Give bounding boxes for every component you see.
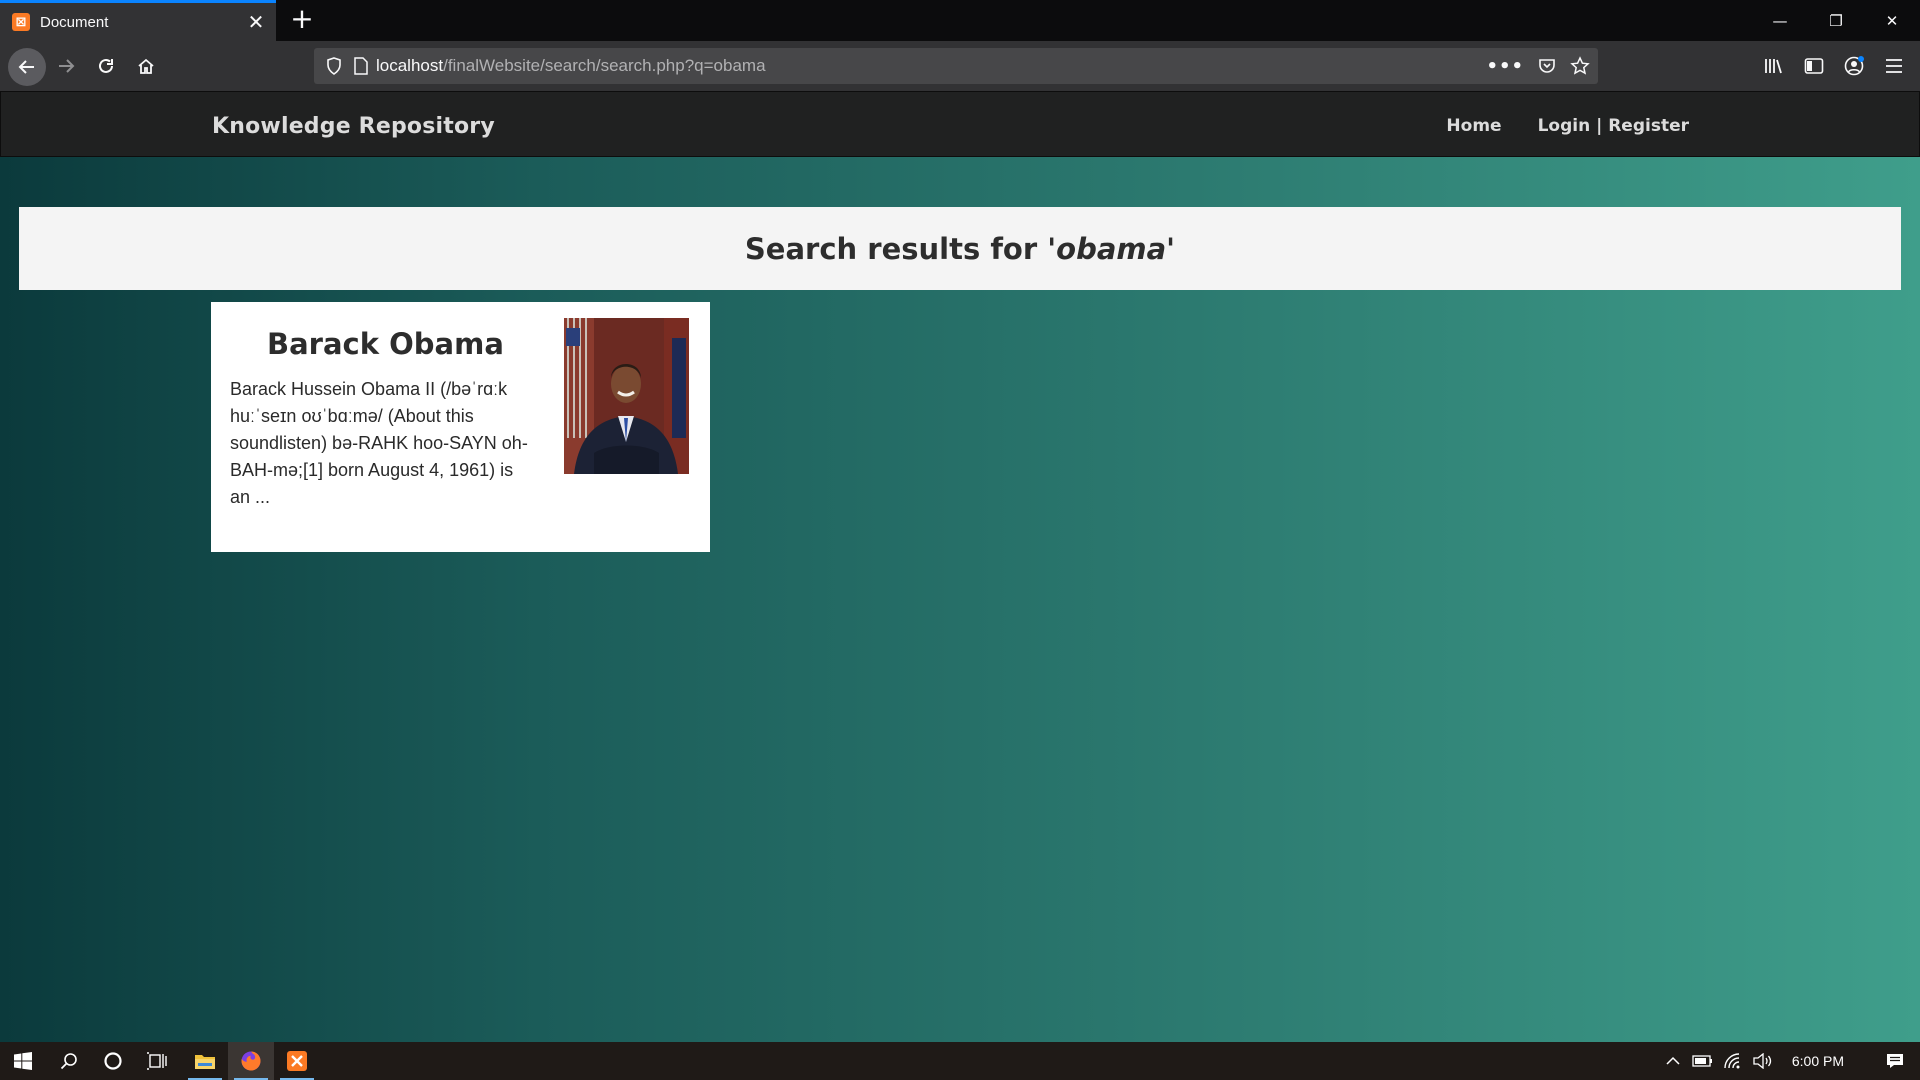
system-tray: 6:00 PM — [1658, 1042, 1920, 1080]
site-nav-links: Home Login | Register — [1446, 116, 1689, 136]
browser-tab-strip: ⊠ Document ✕ + — ❐ ✕ — [0, 0, 1920, 41]
sidebar-icon[interactable] — [1794, 49, 1834, 83]
result-title[interactable]: Barack Obama — [267, 327, 504, 361]
search-results-header: Search results for 'obama' — [19, 207, 1901, 290]
browser-tab[interactable]: ⊠ Document ✕ — [0, 0, 276, 41]
url-host: localhost — [376, 56, 444, 75]
shield-icon[interactable] — [326, 57, 342, 75]
show-hidden-icons-chevron-icon[interactable] — [1658, 1042, 1688, 1080]
taskbar: 6:00 PM — [0, 1042, 1920, 1080]
taskbar-clock[interactable]: 6:00 PM — [1792, 1053, 1844, 1069]
cortana-icon[interactable] — [90, 1042, 136, 1080]
home-icon[interactable] — [129, 49, 163, 83]
browser-toolbar: localhost/finalWebsite/search/search.php… — [0, 41, 1920, 91]
library-icon[interactable] — [1754, 49, 1794, 83]
search-icon[interactable] — [46, 1042, 92, 1080]
task-view-icon[interactable] — [134, 1042, 180, 1080]
page-icon — [354, 57, 368, 75]
address-bar-actions: ••• — [1486, 48, 1590, 84]
restore-icon[interactable]: ❐ — [1808, 0, 1864, 41]
windows-start-icon[interactable] — [0, 1042, 46, 1080]
account-icon[interactable] — [1834, 49, 1874, 83]
file-explorer-icon[interactable] — [182, 1042, 228, 1080]
pocket-icon[interactable] — [1538, 57, 1556, 75]
wifi-icon[interactable] — [1718, 1042, 1748, 1080]
heading-prefix: Search results for — [744, 231, 1048, 266]
result-thumbnail[interactable] — [564, 318, 689, 474]
forward-icon[interactable] — [49, 49, 83, 83]
site-navbar: Knowledge Repository Home Login | Regist… — [0, 91, 1920, 157]
volume-icon[interactable] — [1748, 1042, 1778, 1080]
result-card[interactable]: Barack Obama Barack Hussein Obama II (/b… — [211, 302, 710, 552]
xampp-taskbar-icon[interactable] — [274, 1042, 320, 1080]
tab-title: Document — [40, 13, 109, 31]
xampp-icon: ⊠ — [12, 13, 30, 31]
page-viewport: Knowledge Repository Home Login | Regist… — [0, 91, 1920, 1042]
close-tab-icon[interactable]: ✕ — [244, 10, 268, 34]
site-brand[interactable]: Knowledge Repository — [212, 114, 495, 139]
url-text[interactable]: localhost/finalWebsite/search/search.php… — [376, 56, 766, 76]
page-actions-icon[interactable]: ••• — [1486, 56, 1524, 77]
nav-login-register-link[interactable]: Login | Register — [1538, 116, 1689, 136]
firefox-taskbar-icon[interactable] — [228, 1042, 274, 1080]
result-snippet: Barack Hussein Obama II (/bəˈrɑːk huːˈse… — [230, 379, 528, 507]
battery-icon[interactable] — [1688, 1042, 1718, 1080]
action-center-icon[interactable] — [1870, 1042, 1920, 1080]
address-bar[interactable]: localhost/finalWebsite/search/search.php… — [314, 48, 1598, 84]
close-window-icon[interactable]: ✕ — [1864, 0, 1920, 41]
bookmark-star-icon[interactable] — [1570, 56, 1590, 76]
new-tab-icon[interactable]: + — [288, 5, 316, 34]
toolbar-right — [1754, 41, 1920, 91]
nav-home-link[interactable]: Home — [1446, 116, 1501, 136]
search-query: 'obama' — [1047, 231, 1176, 266]
url-path: /finalWebsite/search/search.php?q=obama — [443, 56, 766, 75]
search-results-heading: Search results for 'obama' — [745, 232, 1175, 266]
back-icon[interactable] — [8, 48, 46, 86]
minimize-icon[interactable]: — — [1752, 0, 1808, 41]
reload-icon[interactable] — [89, 49, 123, 83]
menu-icon[interactable] — [1874, 49, 1914, 83]
